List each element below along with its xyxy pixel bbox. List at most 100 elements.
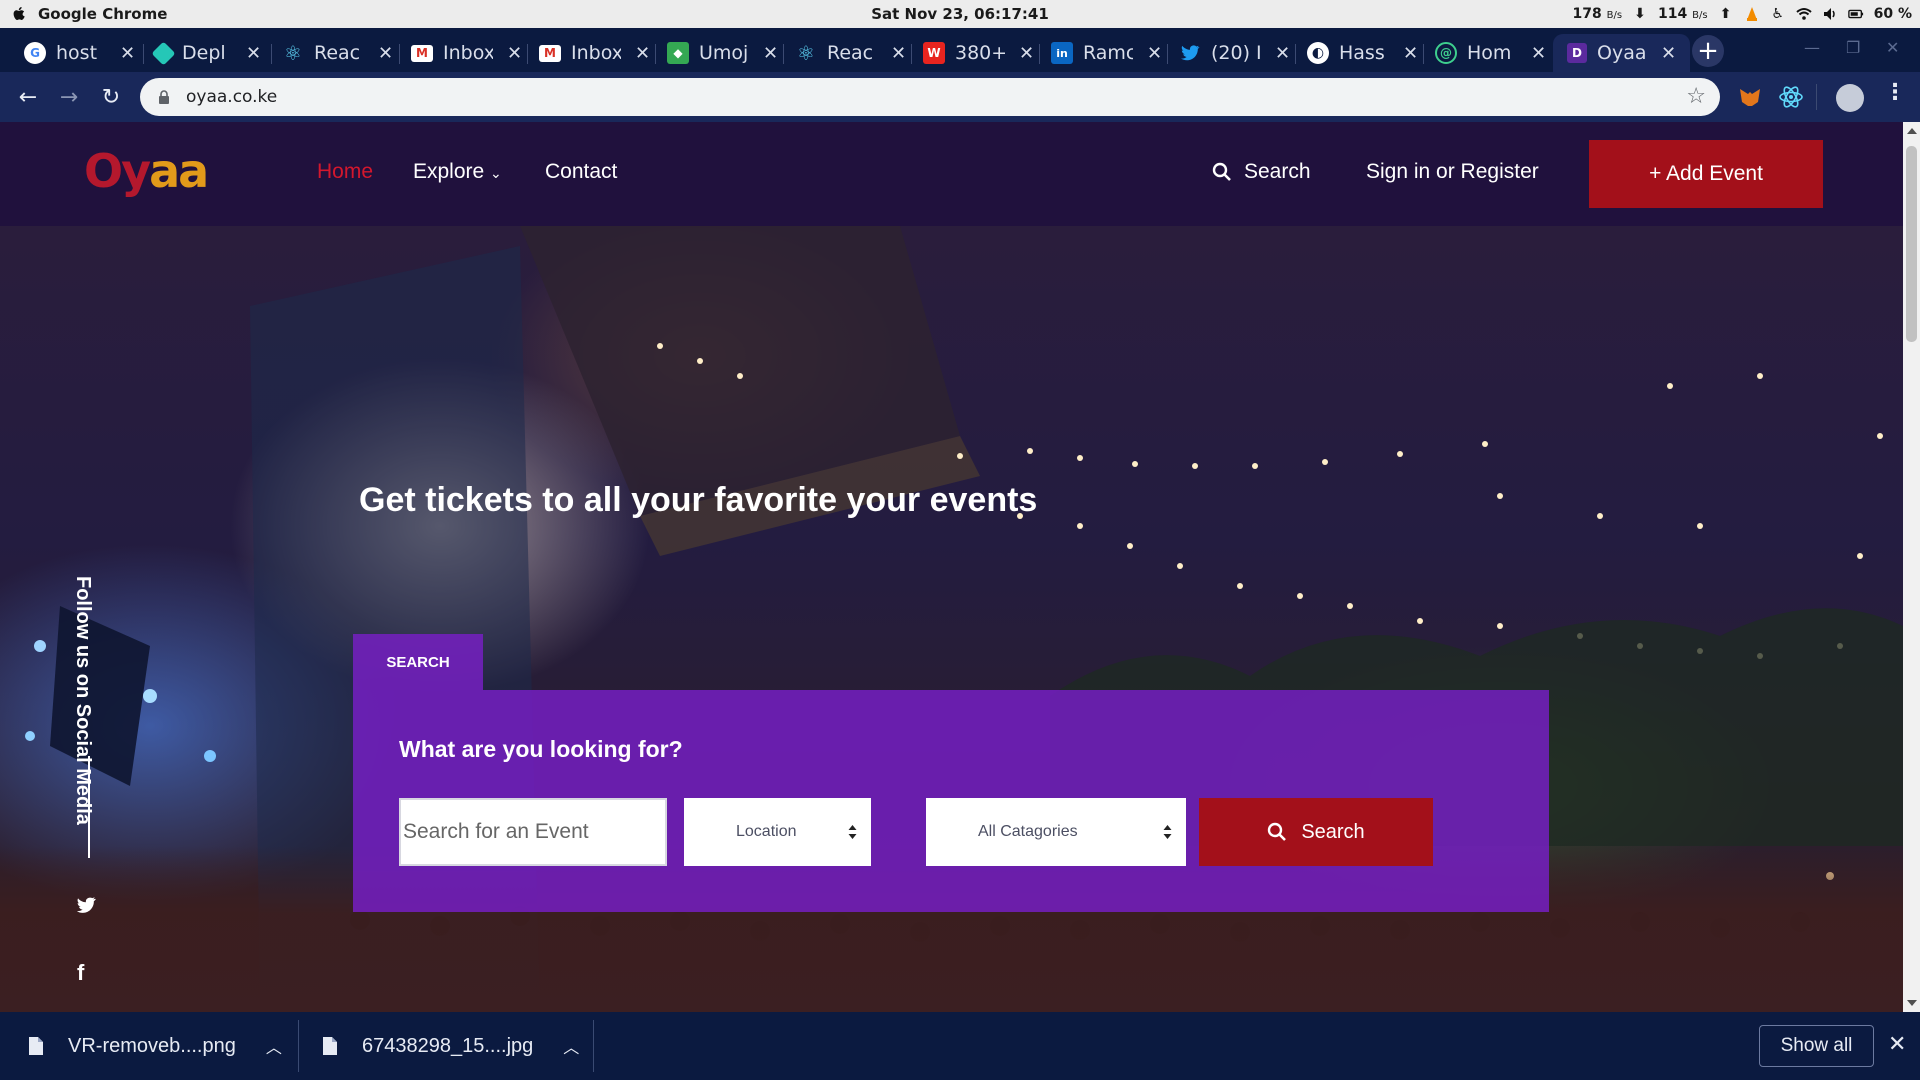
app-name[interactable]: Google Chrome xyxy=(38,5,167,23)
close-icon[interactable]: ✕ xyxy=(1661,43,1676,64)
nav-explore-link[interactable]: Explore ⌄ xyxy=(413,160,502,184)
tab-label: (20) I xyxy=(1211,42,1261,64)
signin-register-link[interactable]: Sign in or Register xyxy=(1366,160,1539,184)
tab-host[interactable]: G host ✕ xyxy=(24,34,135,72)
tab-label: Ramc xyxy=(1083,42,1133,64)
download-item[interactable]: VR-removeb....png ︿ xyxy=(28,1012,282,1080)
react-devtools-icon[interactable] xyxy=(1778,84,1804,110)
google-icon: G xyxy=(24,42,46,64)
close-icon[interactable]: ✕ xyxy=(1147,43,1162,64)
twitter-icon[interactable] xyxy=(76,896,96,914)
download-filename: 67438298_15....jpg xyxy=(362,1034,534,1057)
tab-deploy[interactable]: Depl ✕ xyxy=(151,34,261,72)
reload-icon[interactable]: ↻ xyxy=(98,84,124,110)
tab-label: host xyxy=(56,42,98,64)
nav-search-label: Search xyxy=(1244,160,1311,183)
chrome-menu-icon[interactable]: ⋮ xyxy=(1884,80,1906,105)
nav-contact-link[interactable]: Contact xyxy=(545,160,617,184)
chevron-up-icon[interactable]: ︿ xyxy=(266,1034,282,1058)
d-icon: D xyxy=(1567,43,1587,63)
tab-react-1[interactable]: ⚛ Reac ✕ xyxy=(282,34,393,72)
oyaa-logo[interactable]: Oyaa xyxy=(84,144,209,198)
category-select[interactable]: All Catagories xyxy=(926,798,1186,866)
scroll-down-icon[interactable] xyxy=(1907,1000,1917,1006)
web-page: Oyaa Home Explore ⌄ Contact Search Sign … xyxy=(0,122,1903,1012)
file-icon xyxy=(29,1037,43,1055)
battery-percent: 60 % xyxy=(1873,6,1912,22)
facebook-icon[interactable]: f xyxy=(77,960,84,986)
search-question: What are you looking for? xyxy=(399,736,683,762)
tab-twitter[interactable]: (20) I ✕ xyxy=(1179,34,1290,72)
tab-label: 380+ xyxy=(955,42,1005,64)
tab-hass[interactable]: ◐ Hass ✕ xyxy=(1307,34,1418,72)
hero-title: Get tickets to all your favorite your ev… xyxy=(359,481,1038,519)
event-search-input[interactable] xyxy=(399,798,667,866)
minimize-icon[interactable]: — xyxy=(1804,38,1820,57)
tab-linkedin[interactable]: in Ramc ✕ xyxy=(1051,34,1162,72)
apple-icon[interactable] xyxy=(10,5,28,23)
search-icon xyxy=(1212,162,1231,181)
page-scrollbar[interactable] xyxy=(1903,122,1920,1012)
net-upload: 178 B/s xyxy=(1572,6,1623,22)
close-icon[interactable]: ✕ xyxy=(507,43,522,64)
scroll-up-icon[interactable] xyxy=(1907,128,1917,134)
profile-avatar[interactable] xyxy=(1836,84,1864,112)
tab-strip: G host ✕ Depl ✕ ⚛ Reac ✕ M Inbox ✕ M Inb… xyxy=(0,28,1920,72)
download-shelf: VR-removeb....png ︿ 67438298_15....jpg ︿… xyxy=(0,1012,1920,1080)
file-icon xyxy=(323,1037,337,1055)
search-submit-button[interactable]: Search xyxy=(1199,798,1433,866)
tab-react-2[interactable]: ⚛ Reac ✕ xyxy=(795,34,906,72)
social-divider xyxy=(88,756,90,858)
close-icon[interactable]: ✕ xyxy=(891,43,906,64)
lock-icon[interactable] xyxy=(158,90,170,104)
close-icon[interactable]: ✕ xyxy=(1019,43,1034,64)
tab-umoja[interactable]: ◆ Umoj ✕ xyxy=(667,34,778,72)
tab-oyaa-active[interactable]: D Oyaa ✕ xyxy=(1553,34,1691,72)
wifi-icon[interactable] xyxy=(1795,6,1812,22)
tab-inbox-1[interactable]: M Inbox ✕ xyxy=(411,34,522,72)
add-event-button[interactable]: + Add Event xyxy=(1589,140,1823,208)
tab-home[interactable]: @ Hom ✕ xyxy=(1435,34,1546,72)
maximize-icon[interactable]: ❐ xyxy=(1846,38,1860,57)
accessibility-icon[interactable]: ♿ xyxy=(1770,6,1786,22)
clock[interactable]: Sat Nov 23, 06:17:41 xyxy=(871,5,1049,23)
back-arrow-icon[interactable]: ← xyxy=(15,84,41,110)
download-item[interactable]: 67438298_15....jpg ︿ xyxy=(322,1012,579,1080)
bookmark-star-icon[interactable]: ☆ xyxy=(1686,84,1706,109)
home-site-icon: @ xyxy=(1435,42,1457,64)
close-icon[interactable]: ✕ xyxy=(1888,1032,1906,1057)
battery-icon[interactable] xyxy=(1847,6,1864,22)
social-follow-text: Follow us on Social Media xyxy=(72,576,94,825)
search-tab[interactable]: SEARCH xyxy=(353,634,483,690)
close-icon[interactable]: ✕ xyxy=(763,43,778,64)
window-close-icon[interactable]: ✕ xyxy=(1886,38,1899,57)
close-icon[interactable]: ✕ xyxy=(246,43,261,64)
volume-icon[interactable] xyxy=(1822,6,1838,22)
tab-380[interactable]: W 380+ ✕ xyxy=(923,34,1034,72)
show-all-downloads-button[interactable]: Show all xyxy=(1759,1025,1874,1067)
vlc-icon[interactable] xyxy=(1744,6,1760,22)
globe-icon: ◐ xyxy=(1307,42,1329,64)
nav-search-button[interactable]: Search xyxy=(1212,160,1311,184)
tab-label: Hass xyxy=(1339,42,1385,64)
url-text[interactable]: oyaa.co.ke xyxy=(186,87,277,107)
new-tab-button[interactable]: + xyxy=(1692,35,1724,67)
forward-arrow-icon[interactable]: → xyxy=(56,84,82,110)
close-icon[interactable]: ✕ xyxy=(1531,43,1546,64)
tab-inbox-2[interactable]: M Inbox ✕ xyxy=(539,34,650,72)
scrollbar-thumb[interactable] xyxy=(1906,146,1917,342)
tab-label: Hom xyxy=(1467,42,1512,64)
metamask-icon[interactable] xyxy=(1737,84,1763,110)
chevron-up-icon[interactable]: ︿ xyxy=(563,1034,579,1058)
address-bar[interactable]: oyaa.co.ke ☆ xyxy=(140,78,1720,116)
nav-home-link[interactable]: Home xyxy=(317,160,373,184)
close-icon[interactable]: ✕ xyxy=(378,43,393,64)
os-menu-bar: Google Chrome Sat Nov 23, 06:17:41 178 B… xyxy=(0,0,1920,28)
close-icon[interactable]: ✕ xyxy=(120,43,135,64)
twitter-icon xyxy=(1181,45,1200,61)
close-icon[interactable]: ✕ xyxy=(1275,43,1290,64)
close-icon[interactable]: ✕ xyxy=(1403,43,1418,64)
close-icon[interactable]: ✕ xyxy=(635,43,650,64)
location-select[interactable]: Location xyxy=(684,798,871,866)
chevron-down-icon: ⌄ xyxy=(490,165,502,181)
